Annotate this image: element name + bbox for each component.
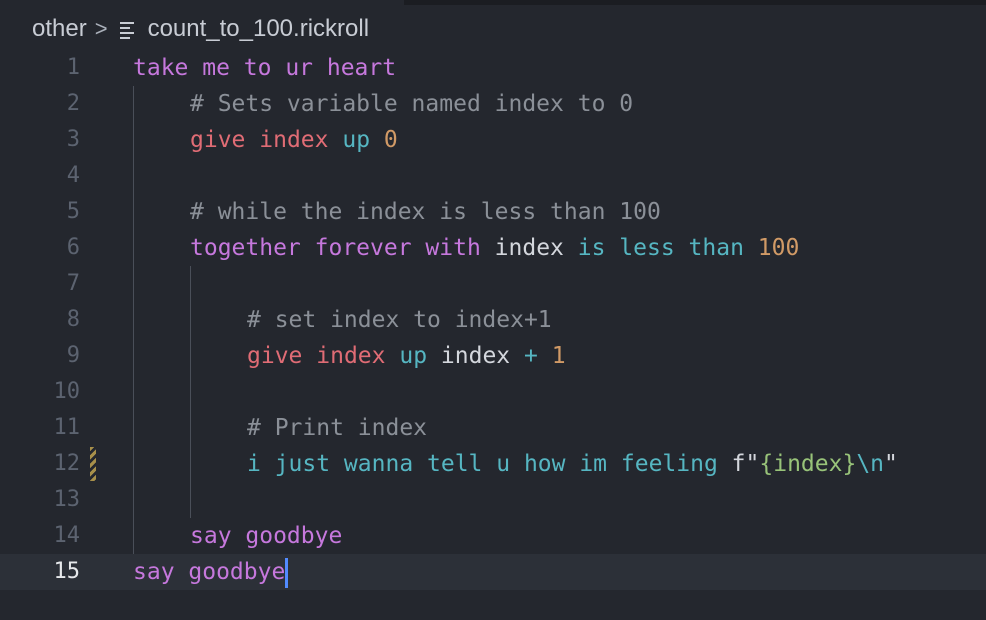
code-line[interactable]: 4 — [0, 158, 986, 194]
line-number: 1 — [66, 55, 80, 80]
line-number: 11 — [53, 415, 81, 440]
code-token: {index} — [759, 451, 857, 477]
code-token: together forever with — [190, 235, 481, 261]
line-number: 13 — [53, 487, 81, 512]
line-number: 6 — [66, 235, 80, 260]
code-text: # set index to index+1 — [247, 302, 552, 338]
line-number: 8 — [66, 307, 80, 332]
code-text: say goodbye — [133, 554, 289, 590]
code-token: i just wanna tell u how im feeling — [247, 451, 718, 477]
code-line[interactable]: 7 — [0, 266, 986, 302]
code-token: f — [731, 451, 746, 477]
code-token: 0 — [383, 127, 398, 153]
code-text: give index up 0 — [190, 122, 398, 158]
code-text: take me to ur heart — [133, 50, 396, 86]
code-token: index — [259, 127, 329, 153]
code-token: " — [884, 451, 898, 477]
code-token: # while the index is less than 100 — [190, 199, 661, 225]
code-token: # set index to index+1 — [247, 307, 552, 333]
code-line[interactable]: 5 # while the index is less than 100 — [0, 194, 986, 230]
code-token: is less than — [577, 235, 744, 261]
code-token: 1 — [551, 343, 566, 369]
breadcrumb-folder[interactable]: other — [32, 15, 87, 43]
code-token: take me to ur heart — [133, 55, 397, 81]
code-text: together forever with index is less than… — [190, 230, 799, 266]
line-number: 10 — [53, 379, 81, 404]
code-line[interactable]: 11 # Print index — [0, 410, 986, 446]
code-text: # Sets variable named index to 0 — [190, 86, 633, 122]
code-text: # while the index is less than 100 — [190, 194, 661, 230]
line-number: 3 — [66, 127, 80, 152]
breadcrumb: other > count_to_100.rickroll — [32, 12, 369, 46]
code-line[interactable]: 10 — [0, 374, 986, 410]
code-line[interactable]: 6 together forever with index is less tha… — [0, 230, 986, 266]
code-text: say goodbye — [190, 518, 342, 554]
code-token: \n — [856, 451, 885, 477]
breadcrumb-file[interactable]: count_to_100.rickroll — [148, 15, 369, 43]
code-token: index — [494, 235, 564, 261]
code-line[interactable]: 2 # Sets variable named index to 0 — [0, 86, 986, 122]
file-lines-icon — [119, 20, 136, 39]
code-editor[interactable]: 1 take me to ur heart 2 # Sets variable nam… — [0, 50, 986, 590]
code-line[interactable]: 3 give index up 0 — [0, 122, 986, 158]
code-token: # Sets variable named index to 0 — [190, 91, 634, 117]
code-line[interactable]: 15 say goodbye — [0, 554, 986, 590]
code-line[interactable]: 13 — [0, 482, 986, 518]
line-number: 14 — [53, 523, 81, 548]
line-number: 12 — [53, 451, 81, 476]
code-text: give index up index + 1 — [247, 338, 566, 374]
code-line[interactable]: 9 give index up index + 1 — [0, 338, 986, 374]
code-token: give — [247, 343, 303, 369]
code-token: + — [524, 343, 538, 369]
line-number: 4 — [66, 163, 80, 188]
code-text: # Print index — [247, 410, 427, 446]
line-number: 7 — [66, 271, 80, 296]
code-token: say goodbye — [190, 523, 343, 549]
code-token: " — [745, 451, 760, 477]
code-line[interactable]: 12 i just wanna tell u how im feeling f"{… — [0, 446, 986, 482]
code-token: up — [342, 127, 371, 153]
top-panel-edge — [404, 0, 986, 5]
line-number: 9 — [66, 343, 80, 368]
code-line[interactable]: 14 say goodbye — [0, 518, 986, 554]
code-token: up — [399, 343, 428, 369]
code-token: 100 — [757, 235, 800, 261]
chevron-right-icon: > — [94, 16, 108, 41]
code-line[interactable]: 8 # set index to index+1 — [0, 302, 986, 338]
code-token: give — [190, 127, 246, 153]
code-token: # Print index — [247, 415, 428, 441]
code-line[interactable]: 1 take me to ur heart — [0, 50, 986, 86]
code-token: index — [316, 343, 386, 369]
code-token: say goodbye — [133, 559, 286, 585]
line-number: 15 — [53, 559, 81, 584]
line-number: 5 — [66, 199, 80, 224]
text-cursor — [285, 557, 289, 588]
code-token: index — [440, 343, 511, 369]
line-number: 2 — [66, 91, 80, 116]
code-text: i just wanna tell u how im feeling f"{in… — [247, 446, 898, 482]
